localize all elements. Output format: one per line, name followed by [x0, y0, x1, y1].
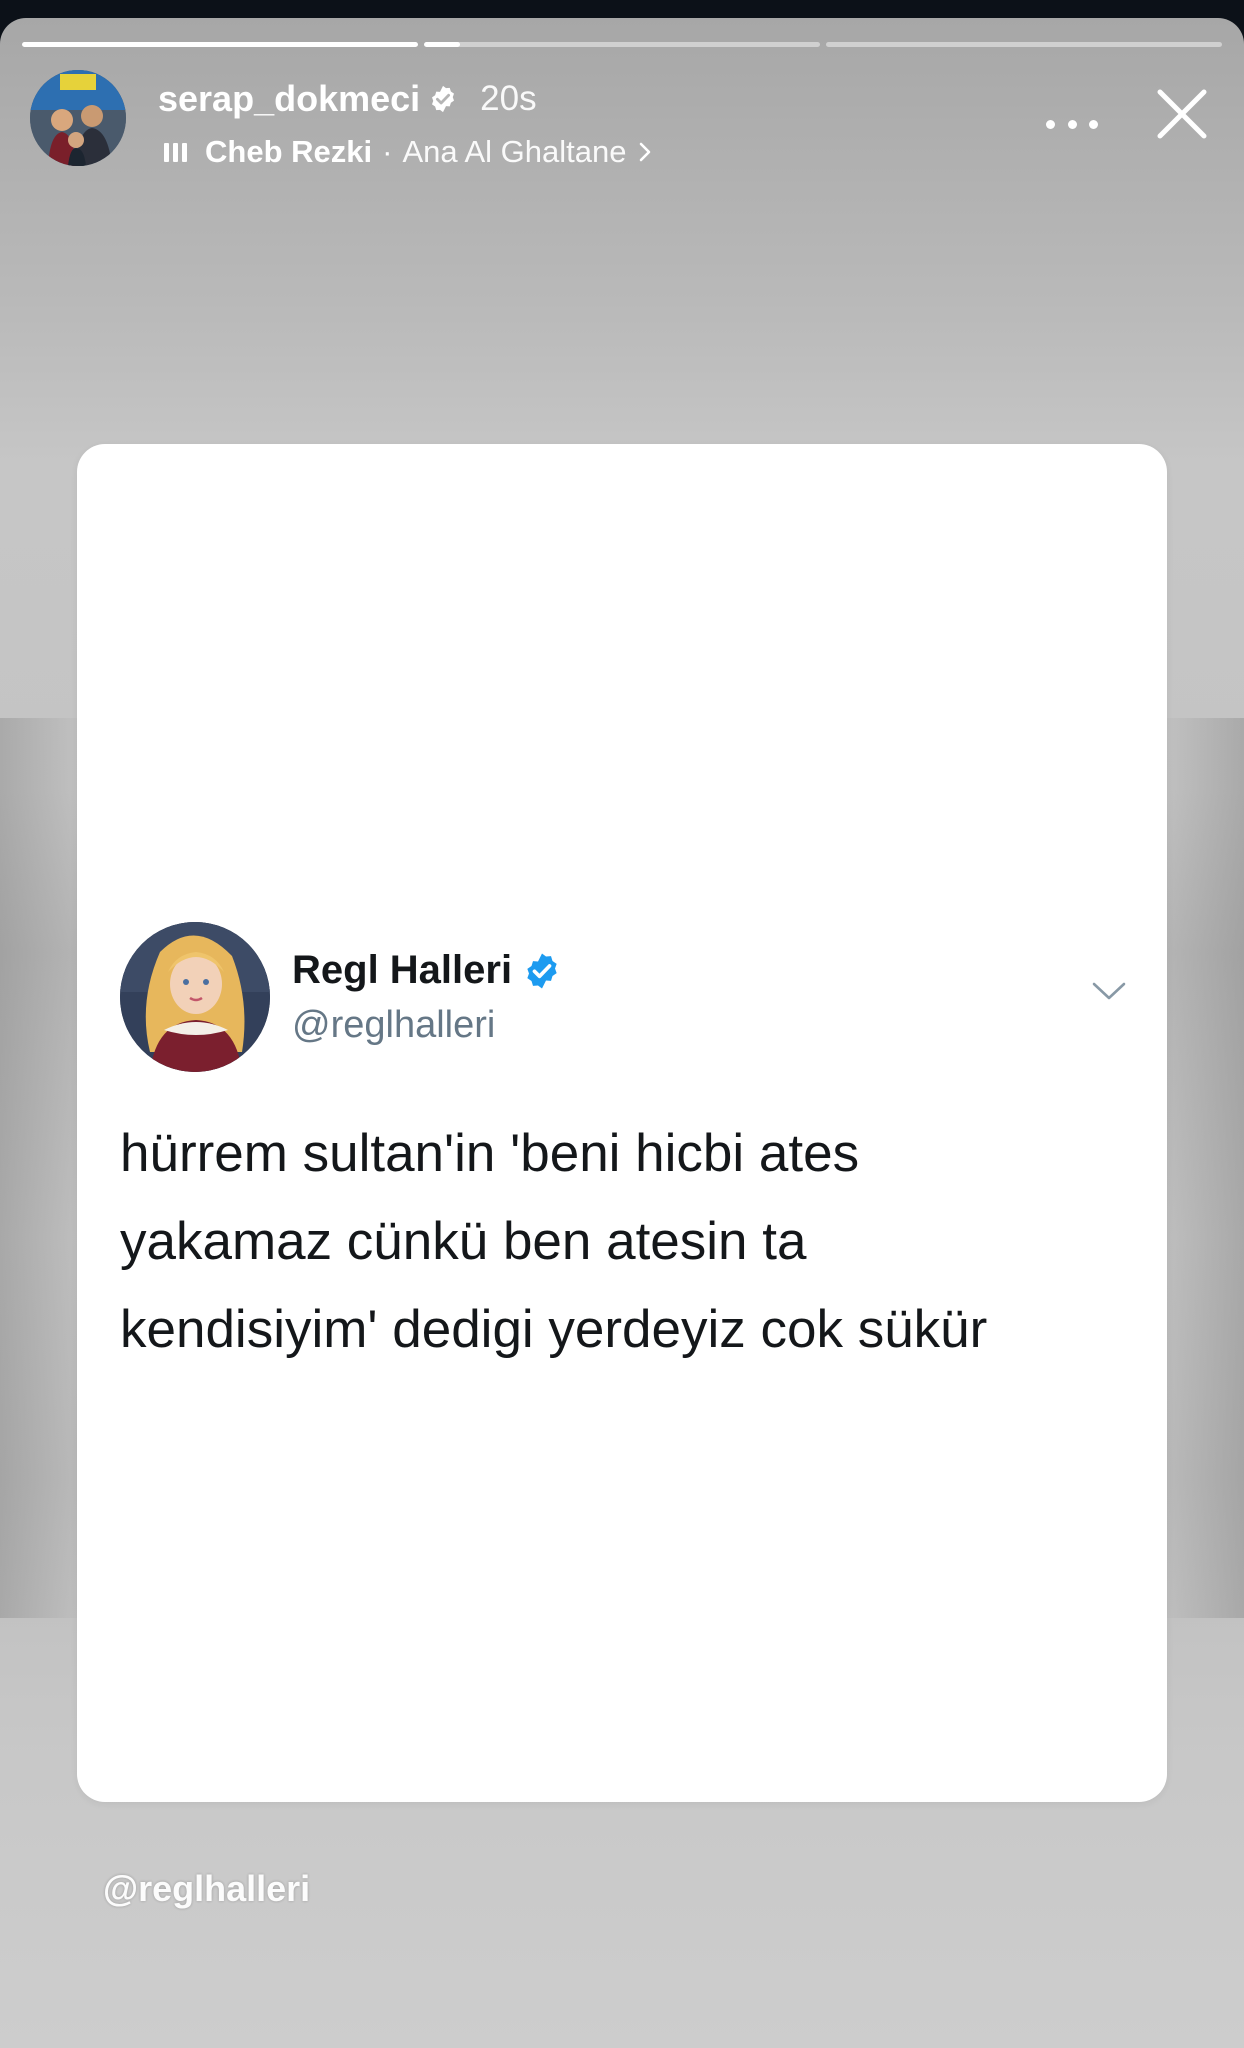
background-shade-right — [1154, 718, 1244, 1618]
tweet-text-line: yakamaz cünkü ben atesin ta — [120, 1212, 807, 1271]
user-avatar[interactable] — [30, 70, 126, 166]
verified-badge-icon — [527, 953, 557, 988]
username[interactable]: serap_dokmeci — [158, 78, 420, 120]
tweet-card: Regl Halleri @reglhalleri hürrem sultan'… — [77, 444, 1167, 1802]
chevron-right-icon — [639, 142, 650, 162]
tweet-author-name: Regl Halleri — [292, 948, 562, 993]
tweet-text-line: kendisiyim' dedigi yerdeyiz cok sükür — [120, 1300, 988, 1359]
tweet-text: hürrem sultan'in 'beni hicbi ates yakama… — [120, 1110, 1130, 1374]
tweet-author-avatar — [120, 922, 270, 1072]
chevron-down-icon — [1092, 982, 1126, 1000]
progress-segment-3 — [826, 42, 1222, 47]
tweet-author-name-text: Regl Halleri — [292, 948, 513, 992]
music-attribution[interactable]: Cheb Rezki · Ana Al Ghaltane — [164, 134, 653, 170]
user-line: serap_dokmeci 20s — [158, 78, 537, 120]
music-artist: Cheb Rezki — [205, 134, 373, 169]
progress-segment-1 — [22, 42, 418, 47]
music-song: Ana Al Ghaltane — [402, 134, 627, 169]
story-header: serap_dokmeci 20s Cheb Rezki · Ana Al Gh… — [30, 70, 1224, 170]
verified-badge-icon — [432, 85, 455, 113]
more-horizontal-icon — [1046, 119, 1055, 129]
close-icon[interactable] — [1152, 84, 1212, 144]
tweet-author-handle: @reglhalleri — [292, 1004, 496, 1046]
time-ago: 20s — [480, 79, 537, 118]
mention-sticker[interactable]: @reglhalleri — [103, 1868, 310, 1910]
tweet-text-line: hürrem sultan'in 'beni hicbi ates — [120, 1124, 860, 1183]
music-bars-icon — [164, 142, 187, 162]
music-separator: · — [382, 134, 393, 169]
more-options-button[interactable] — [1046, 114, 1098, 134]
progress-segment-2 — [424, 42, 820, 47]
story-viewer[interactable]: serap_dokmeci 20s Cheb Rezki · Ana Al Gh… — [0, 18, 1244, 2048]
story-progress-bar — [22, 42, 1222, 47]
